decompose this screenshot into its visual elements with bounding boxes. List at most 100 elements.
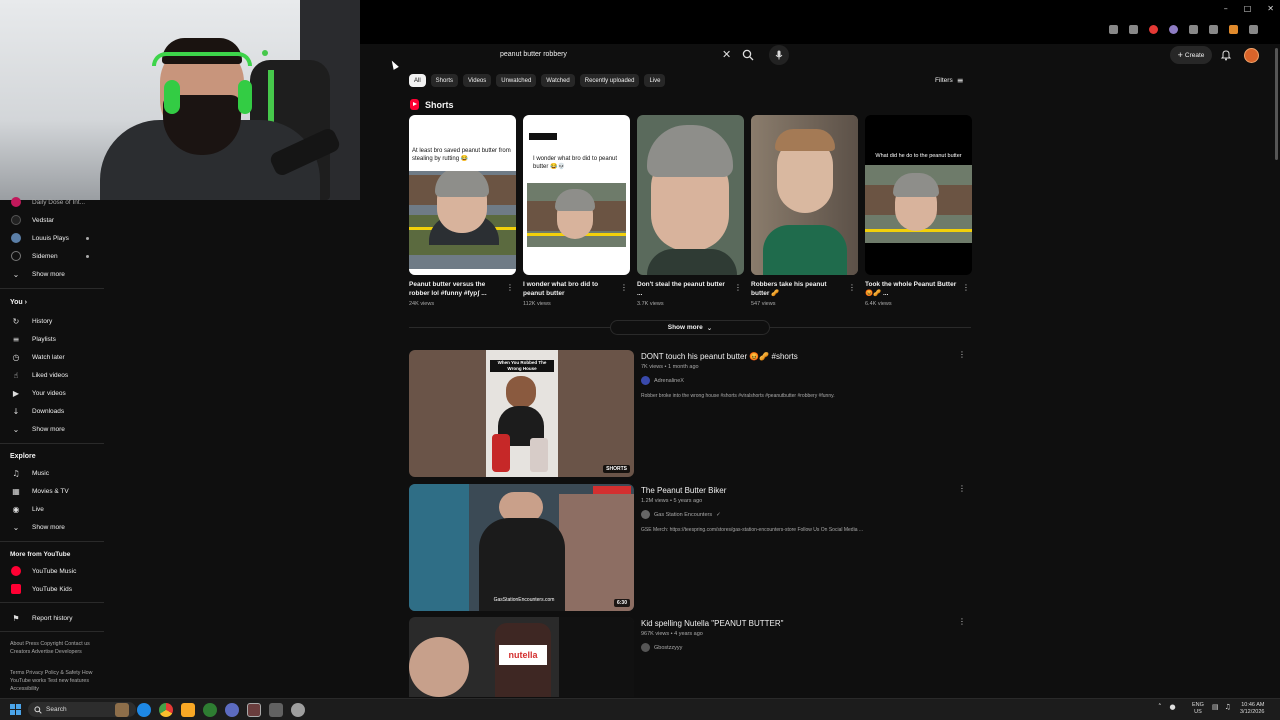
short-card[interactable]: What did he do to the peanut butter Took… <box>865 115 972 307</box>
xbox-icon[interactable] <box>203 703 217 717</box>
voice-search-button[interactable] <box>769 45 789 65</box>
channel-link[interactable]: AdrenalineX <box>641 376 684 385</box>
user-avatar[interactable] <box>1244 48 1259 63</box>
video-thumbnail[interactable]: GasStationEncounters.com 6:30 <box>409 484 634 611</box>
video-result[interactable]: nutella Kid spelling Nutella "PEANUT BUT… <box>409 617 971 697</box>
profile-icon[interactable] <box>1229 25 1238 34</box>
edge-browser-icon[interactable] <box>137 703 151 717</box>
menu-dots-icon[interactable] <box>1249 25 1258 34</box>
channel-link[interactable]: Gas Station Encounters ✓ <box>641 510 721 519</box>
scrollbar-thumb[interactable] <box>1275 48 1278 160</box>
extensions-puzzle-icon[interactable] <box>1189 25 1198 34</box>
short-card[interactable]: At least bro saved peanut butter from st… <box>409 115 516 307</box>
short-title[interactable]: I wonder what bro did to peanut butter <box>523 280 617 298</box>
sidebar-subscription[interactable]: Louuis Plays <box>0 230 104 246</box>
extension-icon[interactable] <box>1169 25 1178 34</box>
volume-icon[interactable]: ♫ <box>1225 703 1231 711</box>
sidebar-footer-links[interactable]: About Press Copyright Contact us Creator… <box>10 640 100 656</box>
chip-shorts[interactable]: Shorts <box>430 74 459 87</box>
sidebar-subscription[interactable]: Daily Dose of Int... <box>0 194 104 210</box>
short-title[interactable]: Took the whole Peanut Butter 😡🥜 ... <box>865 280 959 298</box>
install-app-icon[interactable] <box>1109 25 1118 34</box>
sidebar-item-downloads[interactable]: ↓ Downloads <box>0 403 104 419</box>
sidebar-subscription[interactable]: Sidemen <box>0 248 104 264</box>
video-thumbnail[interactable]: When You Robbed The Wrong House SHORTS <box>409 350 634 477</box>
video-title[interactable]: Kid spelling Nutella "PEANUT BUTTER" <box>641 619 783 628</box>
sidebar-show-more[interactable]: ⌄ Show more <box>0 519 104 535</box>
network-icon[interactable]: ▤ <box>1212 703 1219 711</box>
sidebar-footer-links[interactable]: Terms Privacy Policy & Safety How YouTub… <box>10 669 100 693</box>
video-title[interactable]: The Peanut Butter Biker <box>641 486 726 495</box>
more-options-icon[interactable]: ⋮ <box>620 283 628 292</box>
chip-live[interactable]: Live <box>644 74 666 87</box>
short-title[interactable]: Don't steal the peanut butter ... <box>637 280 731 298</box>
video-title[interactable]: DONT touch his peanut butter 😡🥜 #shorts <box>641 352 798 361</box>
chip-all[interactable]: All <box>409 74 426 87</box>
app-icon[interactable] <box>247 703 261 717</box>
extension-icon[interactable] <box>1209 25 1218 34</box>
short-card[interactable]: I wonder what bro did to peanut butter 😂… <box>523 115 630 307</box>
close-window-icon[interactable]: ✕ <box>1267 4 1274 13</box>
settings-gear-icon[interactable] <box>291 703 305 717</box>
chrome-browser-icon[interactable] <box>159 703 173 717</box>
sidebar-show-more[interactable]: ⌄ Show more <box>0 421 104 437</box>
sidebar-item-live[interactable]: ◉ Live <box>0 501 104 517</box>
chip-recently-uploaded[interactable]: Recently uploaded <box>579 74 640 87</box>
microphone-icon[interactable]: ● <box>1170 703 1176 711</box>
short-card[interactable]: Don't steal the peanut butter ... 3.7K v… <box>637 115 744 307</box>
chip-unwatched[interactable]: Unwatched <box>496 74 537 87</box>
sidebar-show-more[interactable]: ⌄ Show more <box>0 266 104 282</box>
more-options-icon[interactable]: ⋮ <box>958 617 966 626</box>
filters-button[interactable]: Filters ≡ <box>935 76 963 85</box>
file-explorer-icon[interactable] <box>181 703 195 717</box>
widgets-icon[interactable] <box>115 703 129 717</box>
short-card[interactable]: Robbers take his peanut butter 🥜 547 vie… <box>751 115 858 307</box>
sidebar-item-youtube-music[interactable]: YouTube Music <box>0 563 104 579</box>
sidebar-item-report-history[interactable]: ⚑ Report history <box>0 610 104 626</box>
sidebar-item-playlists[interactable]: ≡ Playlists <box>0 331 104 347</box>
sidebar-item-watch-later[interactable]: ◷ Watch later <box>0 349 104 365</box>
sidebar-subscription[interactable]: Vedstar <box>0 212 104 228</box>
sidebar-item-history[interactable]: ↻ History <box>0 313 104 329</box>
more-options-icon[interactable]: ⋮ <box>506 283 514 292</box>
taskbar-clock[interactable]: 10:46 AM 3/12/2026 <box>1240 702 1264 716</box>
short-thumbnail[interactable] <box>751 115 858 275</box>
you-heading[interactable]: You › <box>10 299 27 306</box>
short-thumbnail[interactable]: What did he do to the peanut butter <box>865 115 972 275</box>
channel-link[interactable]: Gbostzzyyy <box>641 643 682 652</box>
sidebar-item-your-videos[interactable]: ▶ Your videos <box>0 385 104 401</box>
search-icon[interactable] <box>742 49 754 61</box>
sidebar-item-liked-videos[interactable]: ☝ Liked videos <box>0 367 104 383</box>
sidebar-item-music[interactable]: ♫ Music <box>0 465 104 481</box>
extension-icon[interactable] <box>1149 25 1158 34</box>
short-title[interactable]: Peanut butter versus the robber lol #fun… <box>409 280 503 298</box>
chip-watched[interactable]: Watched <box>541 74 575 87</box>
video-result[interactable]: When You Robbed The Wrong House SHORTS D… <box>409 350 971 478</box>
more-options-icon[interactable]: ⋮ <box>958 484 966 493</box>
windows-start-icon[interactable] <box>10 704 21 715</box>
maximize-icon[interactable]: □ <box>1244 4 1252 13</box>
search-input[interactable]: peanut butter robbery <box>500 51 567 58</box>
more-options-icon[interactable]: ⋮ <box>734 283 742 292</box>
short-title[interactable]: Robbers take his peanut butter 🥜 <box>751 280 845 298</box>
more-options-icon[interactable]: ⋮ <box>958 350 966 359</box>
chip-videos[interactable]: Videos <box>463 74 492 87</box>
chevron-up-icon[interactable]: ˄ <box>1158 703 1162 711</box>
clear-search-icon[interactable]: ✕ <box>722 48 731 61</box>
video-thumbnail[interactable]: nutella <box>409 617 634 697</box>
short-thumbnail[interactable]: At least bro saved peanut butter from st… <box>409 115 516 275</box>
video-result[interactable]: GasStationEncounters.com 6:30 The Peanut… <box>409 484 971 612</box>
sidebar-item-youtube-kids[interactable]: YouTube Kids <box>0 581 104 597</box>
minimize-icon[interactable]: – <box>1224 4 1228 13</box>
discord-icon[interactable] <box>225 703 239 717</box>
notifications-bell-icon[interactable] <box>1220 49 1232 61</box>
app-icon[interactable] <box>269 703 283 717</box>
language-indicator[interactable]: ENG US <box>1192 702 1204 716</box>
short-thumbnail[interactable]: I wonder what bro did to peanut butter 😂… <box>523 115 630 275</box>
more-options-icon[interactable]: ⋮ <box>962 283 970 292</box>
shorts-show-more-button[interactable]: Show more ⌄ <box>610 320 770 335</box>
create-button[interactable]: + Create <box>1170 46 1212 64</box>
short-thumbnail[interactable] <box>637 115 744 275</box>
bookmark-star-icon[interactable] <box>1129 25 1138 34</box>
sidebar-item-movies-tv[interactable]: ▦ Movies & TV <box>0 483 104 499</box>
